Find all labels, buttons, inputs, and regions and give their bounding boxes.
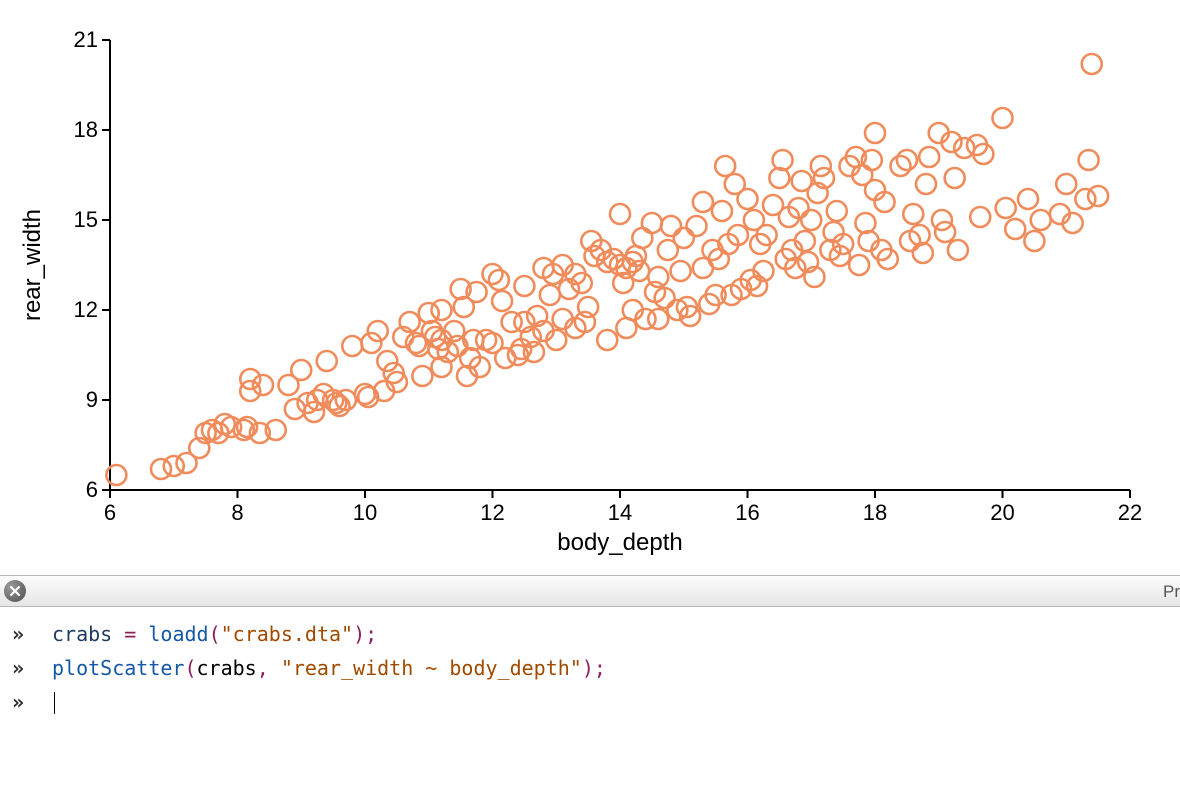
svg-text:20: 20 <box>990 500 1014 525</box>
prompt-icon: » <box>12 651 52 685</box>
console-line: »plotScatter(crabs, "rear_width ~ body_d… <box>12 651 1168 685</box>
svg-text:16: 16 <box>735 500 759 525</box>
svg-text:9: 9 <box>86 387 98 412</box>
svg-text:6: 6 <box>86 477 98 502</box>
prompt-icon: » <box>12 685 52 719</box>
console[interactable]: »crabs = loadd("crabs.dta");»plotScatter… <box>0 607 1180 719</box>
scatter-svg: 6 8 10 12 14 16 18 20 22 6 9 12 15 18 21 body_depth rear… <box>0 0 1180 575</box>
svg-text:12: 12 <box>74 297 98 322</box>
svg-text:22: 22 <box>1118 500 1142 525</box>
scatter-plot: 6 8 10 12 14 16 18 20 22 6 9 12 15 18 21 body_depth rear… <box>0 0 1180 575</box>
svg-text:21: 21 <box>74 27 98 52</box>
close-button[interactable] <box>4 580 26 602</box>
close-icon <box>8 584 22 598</box>
svg-text:10: 10 <box>353 500 377 525</box>
svg-text:18: 18 <box>863 500 887 525</box>
console-code[interactable]: crabs = loadd("crabs.dta"); <box>52 617 377 651</box>
console-line: »crabs = loadd("crabs.dta"); <box>12 617 1168 651</box>
svg-text:body_depth: body_depth <box>557 529 682 556</box>
console-code[interactable] <box>52 685 55 719</box>
svg-text:15: 15 <box>74 207 98 232</box>
text-cursor <box>54 692 55 714</box>
svg-text:18: 18 <box>74 117 98 142</box>
svg-text:8: 8 <box>231 500 243 525</box>
divider-toolbar: Pr <box>0 575 1180 607</box>
svg-text:14: 14 <box>608 500 632 525</box>
svg-text:6: 6 <box>104 500 116 525</box>
console-code[interactable]: plotScatter(crabs, "rear_width ~ body_de… <box>52 651 606 685</box>
toolbar-right-label: Pr <box>1163 576 1180 608</box>
svg-text:12: 12 <box>480 500 504 525</box>
console-line: » <box>12 685 1168 719</box>
prompt-icon: » <box>12 617 52 651</box>
svg-text:rear_width: rear_width <box>19 209 46 321</box>
